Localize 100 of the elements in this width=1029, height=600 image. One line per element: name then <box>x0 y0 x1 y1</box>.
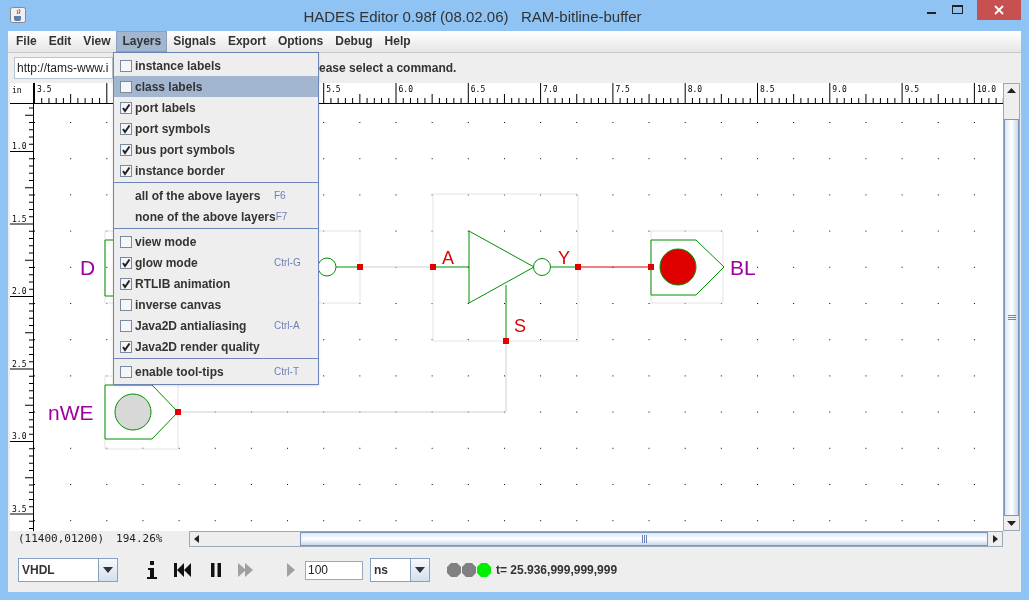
menu[interactable]: File <box>10 31 43 52</box>
checkbox[interactable] <box>120 164 132 177</box>
checkbox[interactable] <box>120 101 132 114</box>
unit-dropdown[interactable]: ns <box>370 558 430 583</box>
menu[interactable]: Debug <box>329 31 379 52</box>
checkbox[interactable] <box>120 256 132 269</box>
menu-item-label: glow mode <box>135 254 198 272</box>
window-title: HADES Editor 0.98f (08.02.06) RAM-bitline-buffer <box>302 7 643 27</box>
grip-icon <box>1007 314 1016 320</box>
port-label: Y <box>558 247 570 268</box>
menu[interactable]: Edit <box>42 31 78 52</box>
ruler-label: 7.0 <box>543 84 558 94</box>
checkbox[interactable] <box>120 122 132 135</box>
menu-item[interactable]: inverse canvas <box>114 294 318 315</box>
shortcut-label: Ctrl-G <box>274 256 302 270</box>
menu-item[interactable]: bus port symbols <box>114 139 318 160</box>
menu-item-label: Java2D antialiasing <box>135 317 247 335</box>
vertical-scrollbar[interactable] <box>1003 82 1020 531</box>
checkbox[interactable] <box>120 298 132 311</box>
info-icon[interactable] <box>146 560 158 581</box>
menu-item-label: enable tool-tips <box>135 363 224 381</box>
menu-item[interactable]: Java2D antialiasing Ctrl-A <box>114 315 318 336</box>
menu[interactable]: Signals <box>167 31 222 52</box>
shortcut-label: Ctrl-T <box>274 365 300 379</box>
menu-item[interactable]: all of the above layers F6 <box>114 185 318 206</box>
checkbox[interactable] <box>120 143 132 156</box>
menu-item-label: instance border <box>135 162 226 180</box>
ruler-label: 9.0 <box>832 84 847 94</box>
menu-item-label: none of the above layers <box>135 208 276 226</box>
signal-label: D <box>80 255 96 279</box>
scroll-thumb[interactable] <box>1004 118 1019 516</box>
menu-item[interactable]: instance border <box>114 160 318 181</box>
close-button[interactable] <box>977 0 1021 20</box>
checkbox[interactable] <box>120 340 132 353</box>
checkbox[interactable] <box>120 59 132 72</box>
menu-item[interactable]: instance labels <box>114 55 318 76</box>
ruler-label: 2.0 <box>12 286 27 296</box>
app-icon <box>10 7 26 23</box>
menu-item[interactable]: enable tool-tips Ctrl-T <box>114 361 318 382</box>
ruler-label: 8.0 <box>687 84 703 94</box>
ruler-label: 3.0 <box>12 431 27 441</box>
close-icon <box>994 5 1004 15</box>
ruler-label: 1.5 <box>12 214 27 224</box>
menu[interactable]: Layers <box>116 31 168 52</box>
menu[interactable]: Help <box>378 31 417 52</box>
ruler-label: 6.5 <box>470 84 486 94</box>
signal-label: nWE <box>48 400 94 424</box>
checkbox[interactable] <box>120 365 132 378</box>
menu-item[interactable]: view mode <box>114 231 318 252</box>
wire <box>580 266 649 268</box>
ruler-label: 2.5 <box>12 359 27 369</box>
status-message: ease select a command. <box>319 59 457 77</box>
ruler-label: 3.5 <box>37 84 52 94</box>
shortcut-label: F6 <box>274 189 287 203</box>
menu-item-label: port symbols <box>135 120 211 138</box>
menu-item[interactable]: glow mode Ctrl-G <box>114 252 318 273</box>
scroll-thumb[interactable] <box>300 532 988 547</box>
skip-back-icon[interactable] <box>174 562 192 579</box>
dropdown-button[interactable] <box>98 559 117 582</box>
language-dropdown[interactable]: VHDL <box>18 558 118 583</box>
checkbox[interactable] <box>120 235 132 248</box>
caret-icon <box>103 567 113 574</box>
menu-item-label: class labels <box>135 78 203 96</box>
menu-item-label: inverse canvas <box>135 296 222 314</box>
port-label: A <box>442 247 454 268</box>
signal-label: BL <box>730 255 756 279</box>
ruler-label: 8.5 <box>760 84 775 94</box>
menu-item-label: RTLIB animation <box>135 275 231 293</box>
simulation-time: t= 25.936,999,999,999 <box>496 562 618 580</box>
port-label: S <box>514 315 526 336</box>
checkbox[interactable] <box>120 277 132 290</box>
ruler-label: 9.5 <box>904 84 920 94</box>
ruler-label: 10.0 <box>976 84 997 94</box>
menu-item-label: bus port symbols <box>135 141 235 159</box>
menu[interactable]: Options <box>271 31 330 52</box>
menu-item[interactable]: class labels <box>114 76 318 97</box>
menu-item-label: all of the above layers <box>135 187 261 205</box>
checkbox[interactable] <box>120 80 132 93</box>
menu-item[interactable]: none of the above layersF7 <box>114 206 318 227</box>
pause-icon[interactable] <box>210 562 222 579</box>
shortcut-label: Ctrl-A <box>274 319 301 333</box>
menu-item-label: view mode <box>135 233 197 251</box>
checkbox[interactable] <box>120 319 132 332</box>
menu-item[interactable]: Java2D render quality <box>114 336 318 357</box>
url-field[interactable]: http://tams-www.i <box>14 56 113 79</box>
menu[interactable]: Export <box>221 31 272 52</box>
menu-item-label: instance labels <box>135 57 222 75</box>
horizontal-scrollbar[interactable] <box>189 531 1003 548</box>
menu-item[interactable]: RTLIB animation <box>114 273 318 294</box>
caret-icon <box>415 567 425 574</box>
menu[interactable]: View <box>77 31 117 52</box>
unit-label: in <box>12 86 22 95</box>
grip-icon <box>641 535 647 544</box>
shortcut-label: F7 <box>275 210 289 222</box>
step-field[interactable]: 100 <box>305 560 363 580</box>
ruler-label: 7.5 <box>615 84 630 94</box>
ruler-label: 6.0 <box>398 84 413 94</box>
ruler-label: 1.0 <box>12 141 27 151</box>
dropdown-button[interactable] <box>410 559 429 582</box>
menu-item[interactable]: port symbols <box>114 118 318 139</box>
